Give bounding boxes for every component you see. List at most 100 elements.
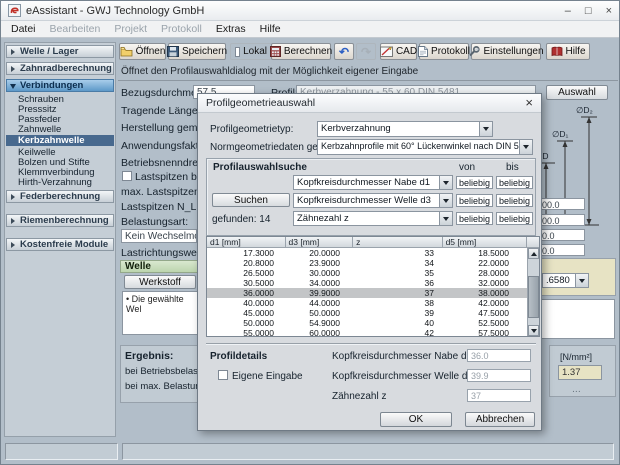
statusbar-right	[122, 443, 614, 460]
maximize-button[interactable]: □	[585, 2, 592, 20]
chevron-down-icon[interactable]	[439, 175, 453, 190]
sidebar-item-presssitz[interactable]: Presssitz	[6, 105, 114, 115]
chevron-down-icon[interactable]	[519, 139, 533, 155]
open-icon	[120, 46, 133, 57]
norm-geometry-select[interactable]: Kerbzahnprofile mit 60° Lückenwinkel nac…	[317, 139, 533, 155]
status-hint: Öffnet den Profilauswahldialog mit der M…	[121, 66, 418, 77]
custom-input-label: Eigene Eingabe	[232, 371, 303, 382]
column-header-d3[interactable]: d3 [mm]	[286, 237, 354, 248]
criterion-1-to-input[interactable]: beliebig	[496, 176, 533, 189]
criterion-3-to-input[interactable]: beliebig	[496, 212, 533, 225]
scrollbar-thumb[interactable]	[528, 276, 539, 318]
sidebar-item-passfeder[interactable]: Passfeder	[6, 115, 114, 125]
scroll-down-icon[interactable]	[528, 325, 539, 336]
table-row[interactable]: 30.5000 34.0000 36 32.0000	[207, 278, 539, 288]
search-group-title: Profilauswahlsuche	[213, 162, 307, 173]
criterion-3-from-input[interactable]: beliebig	[456, 212, 493, 225]
table-row[interactable]: 20.8000 23.9000 34 22.0000	[207, 258, 539, 268]
dialog-titlebar[interactable]: Profilgeometrieauswahl ×	[198, 94, 541, 113]
settings-button[interactable]: Einstellungen	[471, 43, 541, 60]
sidebar-item-hirth-verzahnung[interactable]: Hirth-Verzahnung	[6, 178, 114, 188]
sidebar-item-klemmverbindung[interactable]: Klemmverbindung	[6, 168, 114, 178]
chevron-down-icon[interactable]	[439, 193, 453, 208]
sidebar-group-verbindungen[interactable]: Verbindungen	[6, 79, 114, 92]
criterion-1-from-input[interactable]: beliebig	[456, 176, 493, 189]
search-button[interactable]: Suchen	[212, 193, 290, 207]
found-count-label: gefunden: 14	[212, 214, 270, 225]
profile-geometry-dialog: Profilgeometrieauswahl × Profilgeometrie…	[197, 93, 542, 431]
scroll-up-icon[interactable]	[528, 248, 539, 259]
sidebar-group-federberechnung[interactable]: Federberechnung	[6, 190, 114, 203]
criterion-2-to-input[interactable]: beliebig	[496, 194, 533, 207]
book-icon	[551, 46, 563, 57]
profile-select-button[interactable]: Auswahl	[546, 85, 608, 100]
app-icon	[8, 4, 21, 17]
open-button[interactable]: Öffnen	[119, 43, 166, 60]
custom-input-checkbox[interactable]	[218, 370, 228, 380]
redo-button: ↷	[356, 43, 376, 60]
sidebar-group-welle-lager[interactable]: Welle / Lager	[6, 45, 114, 58]
column-header-z[interactable]: z	[353, 237, 442, 248]
material-select[interactable]: .6580	[542, 273, 589, 288]
save-button[interactable]: Speichern	[168, 43, 226, 60]
criterion-3-select[interactable]: Zähnezahl z	[293, 211, 453, 226]
load-peaks-checkbox[interactable]	[122, 171, 132, 181]
protocol-button[interactable]: Protokoll	[419, 43, 469, 60]
column-header-d5[interactable]: d5 [mm]	[443, 237, 527, 248]
table-row[interactable]: 17.3000 20.0000 33 18.5000	[207, 248, 539, 258]
close-button[interactable]: ×	[606, 2, 612, 20]
table-row[interactable]: 55.0000 60.0000 42 57.5000	[207, 328, 539, 338]
sidebar-item-kerbzahnwelle[interactable]: Kerbzahnwelle	[6, 135, 114, 146]
sidebar-group-zahnradberechnung[interactable]: Zahnradberechnung	[6, 62, 114, 75]
table-row[interactable]: 40.0000 44.0000 38 42.0000	[207, 298, 539, 308]
cancel-button[interactable]: Abbrechen	[465, 412, 535, 427]
criterion-2-from-input[interactable]: beliebig	[456, 194, 493, 207]
cad-icon	[380, 46, 393, 57]
stress-result-value: 1.37	[558, 365, 602, 380]
sidebar-item-bolzen-und-stifte[interactable]: Bolzen und Stifte	[6, 158, 114, 168]
sidebar-group-riemenberechnung[interactable]: Riemenberechnung	[6, 214, 114, 227]
material-button[interactable]: Werkstoff	[124, 275, 196, 289]
undo-button[interactable]: ↶	[334, 43, 354, 60]
sidebar-item-keilwelle[interactable]: Keilwelle	[6, 148, 114, 158]
menu-extras[interactable]: Extras	[209, 22, 253, 36]
calculate-button[interactable]: Berechnen	[271, 43, 331, 60]
diagram-label-d1: ∅D₁	[552, 129, 569, 139]
right-field-4[interactable]: 0.0	[538, 244, 585, 256]
right-field-2[interactable]: 00.0	[538, 214, 585, 226]
minimize-button[interactable]: –	[565, 2, 571, 20]
profile-search-group: Profilauswahlsuche von bis Kopfkreisdurc…	[206, 158, 536, 236]
table-row[interactable]: 26.5000 30.0000 35 28.0000	[207, 268, 539, 278]
local-checkbox[interactable]: Lokal	[230, 43, 272, 60]
chevron-down-icon[interactable]	[575, 273, 589, 288]
sidebar-item-zahnwelle[interactable]: Zahnwelle	[6, 125, 114, 135]
menu-hilfe[interactable]: Hilfe	[253, 22, 288, 36]
detail-z-label: Zähnezahl z	[332, 391, 386, 402]
profile-type-select[interactable]: Kerbverzahnung	[317, 121, 493, 137]
save-icon	[167, 46, 179, 57]
criterion-2-select[interactable]: Kopfkreisdurchmesser Welle d3	[293, 193, 453, 208]
details-title: Profildetails	[210, 351, 267, 362]
table-row[interactable]: 45.0000 50.0000 39 47.5000	[207, 308, 539, 318]
help-button[interactable]: Hilfe	[546, 43, 590, 60]
load-type-select[interactable]: Kein Wechselmom	[121, 229, 197, 243]
right-field-1[interactable]: 00.0	[538, 198, 585, 210]
sidebar-group-kostenfreie-module[interactable]: Kostenfreie Module	[6, 238, 114, 251]
ok-button[interactable]: OK	[380, 412, 452, 427]
cad-button[interactable]: CAD	[380, 43, 417, 60]
collapsed-arrow-icon	[11, 194, 15, 200]
column-header-d1[interactable]: d1 [mm]	[207, 237, 286, 248]
table-row-selected[interactable]: 36.0000 39.9000 37 38.0000	[207, 288, 539, 298]
right-field-3[interactable]: 0.0	[538, 229, 585, 241]
criterion-1-select[interactable]: Kopfkreisdurchmesser Nabe d1	[293, 175, 453, 190]
chevron-down-icon[interactable]	[479, 121, 493, 137]
table-row[interactable]: 50.0000 54.9000 40 52.5000	[207, 318, 539, 328]
sidebar-item-schrauben[interactable]: Schrauben	[6, 95, 114, 105]
dialog-title: Profilgeometrieauswahl	[206, 97, 315, 109]
chevron-down-icon[interactable]	[439, 211, 453, 226]
menu-datei[interactable]: Datei	[4, 22, 43, 36]
table-scrollbar[interactable]	[527, 248, 539, 336]
load-type-label: Belastungsart:	[121, 216, 188, 228]
dialog-close-icon[interactable]: ×	[525, 95, 533, 111]
result-line-2: bei max. Belastung	[125, 381, 206, 392]
